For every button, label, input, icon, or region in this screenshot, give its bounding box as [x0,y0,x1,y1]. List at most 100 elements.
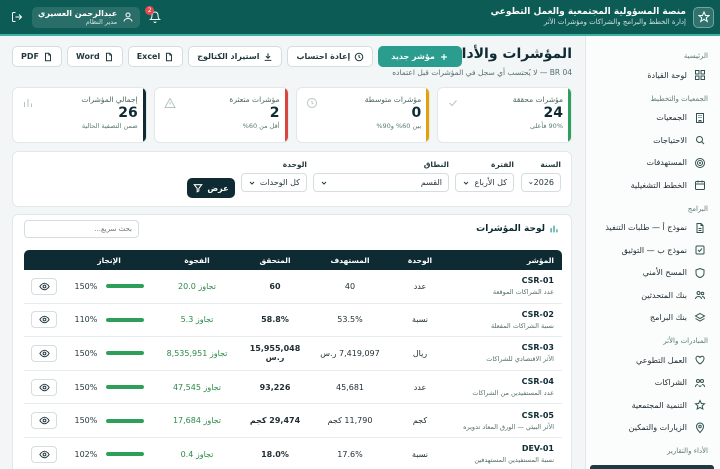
indicator-actual: 58.8% [261,315,289,325]
period-select[interactable]: كل الأرباع [455,173,514,192]
indicator-name: نسبة المستفيدين المستهدفين [474,456,554,465]
import-catalog-button[interactable]: استيراد الكتالوج [188,46,283,67]
sidebar-item-label: العمل التطوعي [636,355,687,365]
col-achievement: الإنجاز [97,255,121,265]
sidebar-item[interactable]: التنمية المجتمعية [594,394,712,417]
achievement-fill [105,317,144,322]
unit-select[interactable]: كل الوحدات [241,173,307,192]
table-row: CSR-01 عدد الشراكات الموقعة عدد 40 60 تجاوز 2… [24,270,562,304]
table-header: المؤشر الوحدة المستهدف المتحقق الفجوة ال… [24,250,562,270]
sidebar-section-title: البرامج [687,204,708,213]
sidebar-item-label: بنك المتحدثين [641,290,687,300]
sidebar-item-label: الجمعيات [656,113,687,123]
user-menu[interactable]: عبدالرحمن العسيري مدير النظام [32,6,141,28]
col-unit: الوحدة [407,255,433,265]
sidebar-item-label: الزيارات والتمكين [628,423,687,433]
eye-icon [38,282,50,291]
indicator-unit: نسبة [411,449,429,459]
kpi-stripe [426,88,430,142]
achievement-fill [105,284,144,289]
achievement-percent: 150% [74,348,98,358]
eye-icon [38,316,50,324]
search-input[interactable] [25,225,132,233]
app-title: منصة المسؤولية المجتمعية والعمل التطوعي [490,7,686,17]
export-excel-button[interactable]: Excel [127,46,184,67]
chart-icon [24,99,32,107]
chevron-down-icon [529,181,533,184]
top-bar: منصة المسؤولية المجتمعية والعمل التطوعي … [0,0,720,34]
indicator-gap: تجاوز 47,545 [172,382,222,392]
chevron-down-icon [463,181,469,185]
indicator-unit: ريال [412,348,428,358]
indicator-name: عدد الشراكات الموقعة [492,288,554,297]
chevron-down-icon [249,181,255,185]
indicator-name: نسبة الشراكات المفعلة [491,321,554,330]
indicator-code: DEV-01 [521,444,554,454]
sidebar-item[interactable]: الاحتياجات [594,129,712,152]
achievement-percent: 102% [74,449,98,459]
sidebar-item[interactable]: المستهدفات [594,152,712,175]
indicator-gap: تجاوز 17,684 [172,416,222,426]
sidebar-item[interactable]: الزيارات والتمكين [594,417,712,440]
indicator-target: 17.6% [337,449,363,459]
achievement-bar [105,452,144,457]
col-actual: المتحقق [259,255,291,265]
sidebar: الرئيسية لوحة القيادة الجمعيات والتخطيط الج… [585,36,720,469]
col-indicator: المؤشر [526,255,554,265]
clock-icon [306,98,317,108]
new-indicator-button[interactable]: مؤشر جديد [378,46,462,67]
sidebar-item-label: بنك البرامج [649,313,687,323]
sidebar-item-label: الشراكات [654,378,687,388]
view-button[interactable] [31,412,57,430]
view-button[interactable] [31,311,57,329]
indicator-code: CSR-01 [521,276,554,286]
page-subtitle: BR 04 — لا يُحتسب أي سجل في المؤشرات قبل… [392,68,572,77]
sidebar-item-label: المستهدفات [646,158,687,168]
logout-button[interactable] [8,8,26,26]
sidebar-item[interactable]: الجمعيات [594,107,712,130]
kpi-stripe [568,88,571,142]
show-button[interactable]: عرض [187,178,235,198]
view-button[interactable] [31,277,57,295]
period-label: الفترة [491,160,514,169]
sidebar-item[interactable]: بنك البرامج [594,307,712,330]
kpi-value: 2 [269,105,280,121]
indicator-unit: كجم [412,416,428,426]
indicator-code: CSR-04 [521,377,554,387]
sidebar-item[interactable]: لوحة القيادة [594,64,712,87]
col-target: المستهدف [330,255,370,265]
sidebar-item[interactable]: العمل التطوعي [594,349,712,372]
view-button[interactable] [31,445,57,463]
notifications-button[interactable]: 2 [145,6,164,26]
user-name: عبدالرحمن العسيري [38,8,118,18]
achievement-fill [105,351,144,356]
indicators-board: لوحة المؤشرات المؤشر الوحدة المستهدف الم… [12,214,572,469]
unit-label: الوحدة [282,160,307,169]
kpi-value: 24 [543,105,563,121]
indicator-actual: 18.0% [261,449,289,459]
sidebar-item-label: نموذج أ — طلبات التنفيذ [605,223,687,233]
sidebar-item[interactable]: الشراكات [594,372,712,395]
achievement-fill [105,452,144,457]
indicator-actual: 29,474 كجم [249,416,301,426]
export-pdf-button[interactable]: PDF [12,46,62,67]
table-row: CSR-05 الأثر البيئي — الورق المعاد تدويره… [24,404,562,438]
sidebar-item[interactable]: الخطط التشغيلية [594,174,712,197]
sidebar-item[interactable]: نموذج ب — التوثيق [594,239,712,262]
recalculate-button[interactable]: إعادة احتساب [287,46,374,67]
export-word-button[interactable]: Word [66,46,123,67]
kpi-value: 0 [411,105,422,121]
year-select[interactable]: 2026 [521,173,561,192]
sidebar-item[interactable]: نموذج أ — طلبات التنفيذ [594,217,712,240]
kpi-hint: بين 60% و90% [376,122,422,130]
main-content: المؤشرات والأداء BR 04 — لا يُحتسب أي سج… [12,36,572,469]
view-button[interactable] [31,378,57,396]
kpi-cards: مؤشرات محققة 24 90% فأعلى مؤشرات متوسطة 0 بين… [12,87,572,143]
scope-select[interactable]: القسم [313,173,449,192]
view-button[interactable] [31,344,57,362]
user-icon [123,12,133,22]
indicator-actual: 93,226 [259,382,291,392]
sidebar-item[interactable]: بنك المتحدثين [594,284,712,307]
sidebar-item[interactable]: المسح الأمني [594,262,712,285]
search-box[interactable] [24,220,139,238]
